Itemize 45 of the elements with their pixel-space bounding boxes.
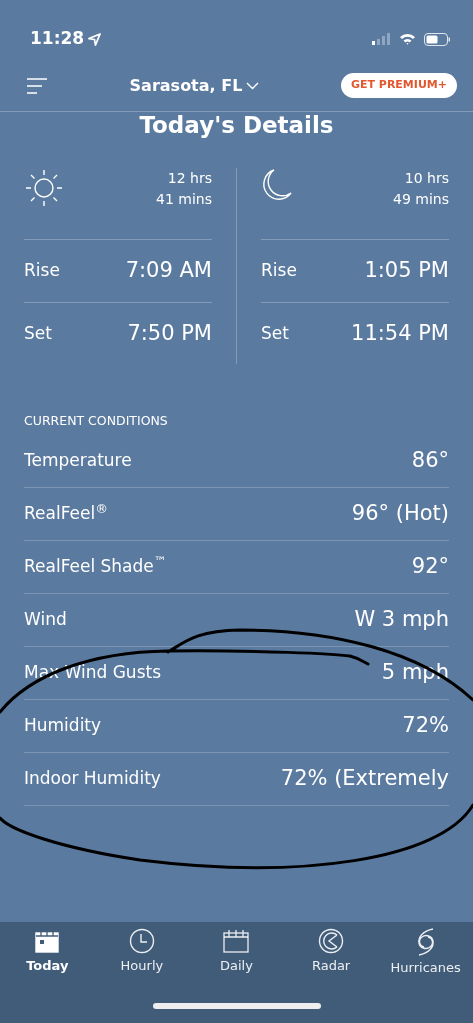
condition-label: RealFeel$^{®}$: [24, 501, 108, 525]
time-value: 7:09 AM: [125, 257, 212, 285]
tab-item[interactable]: Hourly: [101, 928, 182, 1023]
time-value: 11:54 PM: [351, 319, 449, 347]
time-label: Set: [261, 321, 289, 345]
condition-label: Humidity: [24, 714, 102, 737]
menu-icon[interactable]: [26, 77, 48, 95]
radar-icon: [318, 928, 345, 954]
tab-item[interactable]: Daily: [196, 928, 277, 1023]
condition-value: 92°: [411, 553, 449, 580]
time-value: 7:50 PM: [127, 319, 212, 347]
signal-icon: [372, 33, 391, 45]
premium-button[interactable]: GET PREMIUM+: [340, 73, 457, 98]
status-time: 11:28: [30, 27, 85, 51]
tab-item[interactable]: Hurricanes: [385, 928, 466, 1023]
calendar-icon: [223, 928, 250, 954]
page-title: Today's Details: [138, 112, 335, 138]
tab-item[interactable]: Today: [7, 928, 88, 1023]
condition-value: 72% (Extremely: [280, 765, 449, 792]
clock-icon: [128, 928, 155, 954]
condition-value: 96° (Hot): [351, 500, 449, 527]
day-length: 41 mins: [156, 190, 212, 209]
condition-label: Temperature: [24, 449, 132, 472]
time-label: Set: [24, 321, 52, 345]
time-label: Rise: [261, 259, 297, 283]
caret-icon: [246, 82, 260, 90]
condition-value: 86°: [411, 447, 449, 474]
section-heading: CURRENT CONDITIONS: [24, 412, 169, 430]
time-label: Rise: [24, 259, 60, 283]
day-length: 10 hrs: [403, 169, 449, 188]
wifi-icon: [399, 33, 416, 45]
day-length: 49 mins: [393, 190, 449, 209]
condition-value: W 3 mph: [354, 606, 449, 633]
condition-value: 72%: [402, 712, 449, 739]
moon-icon: [261, 168, 293, 202]
battery-icon: [424, 32, 451, 46]
condition-label: Indoor Humidity: [24, 767, 161, 790]
condition-label: RealFeel Shade$^{™}$: [24, 554, 167, 578]
location-dropdown[interactable]: Sarasota, FL: [129, 73, 260, 98]
sun-icon: [24, 168, 64, 208]
location-arrow-icon: [88, 33, 102, 46]
tab-item[interactable]: Radar: [291, 928, 372, 1023]
time-value: 1:05 PM: [364, 257, 449, 285]
day-length: 12 hrs: [166, 169, 212, 188]
condition-label: Wind: [24, 608, 67, 631]
